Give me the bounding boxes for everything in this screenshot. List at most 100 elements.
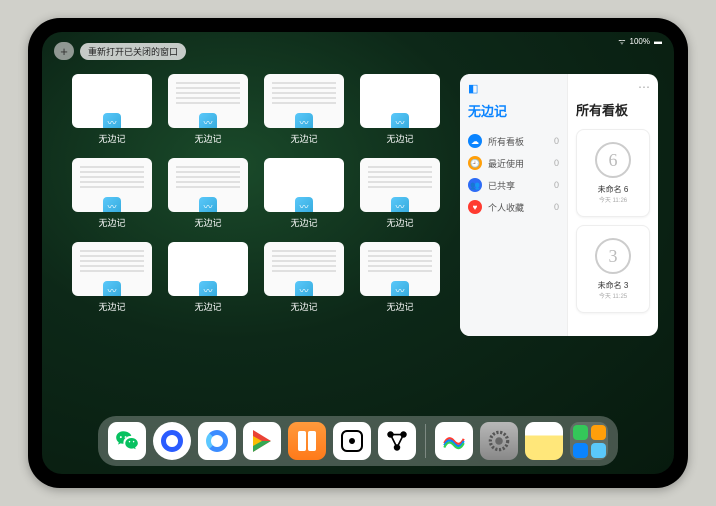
dock-app-books[interactable] <box>288 422 326 460</box>
category-icon: 🕘 <box>468 156 482 170</box>
window-preview <box>72 242 152 296</box>
new-window-button[interactable]: + <box>54 42 74 60</box>
window-label: 无边记 <box>194 216 221 229</box>
dock-app-notes[interactable] <box>525 422 563 460</box>
freeform-app-icon <box>391 281 409 296</box>
wifi-icon: ᯤ <box>618 36 625 47</box>
window-thumbnail[interactable]: 无边记 <box>360 242 440 318</box>
category-label: 所有看板 <box>488 135 524 148</box>
board-preview: 6 <box>595 142 631 178</box>
more-icon[interactable]: ⋯ <box>638 80 650 94</box>
freeform-app-panel[interactable]: ⋯ ◧ 无边记 ☁所有看板0🕘最近使用0👥已共享0♥个人收藏0 所有看板 6未命… <box>460 74 658 336</box>
dock-app-library[interactable] <box>570 422 608 460</box>
window-grid: 无边记无边记无边记无边记无边记无边记无边记无边记无边记无边记无边记无边记 <box>72 74 440 412</box>
window-thumbnail[interactable]: 无边记 <box>72 158 152 234</box>
freeform-app-icon <box>103 113 121 128</box>
freeform-app-icon <box>391 197 409 212</box>
window-thumbnail[interactable]: 无边记 <box>72 74 152 150</box>
window-thumbnail[interactable]: 无边记 <box>72 242 152 318</box>
window-thumbnail[interactable]: 无边记 <box>168 242 248 318</box>
reopen-closed-window-button[interactable]: 重新打开已关闭的窗口 <box>80 43 186 60</box>
dock-app-google-play[interactable] <box>243 422 281 460</box>
board-name: 未命名 3 <box>598 280 629 291</box>
sidebar-category[interactable]: 🕘最近使用0 <box>468 152 559 174</box>
window-preview <box>168 242 248 296</box>
window-label: 无边记 <box>386 300 413 313</box>
window-thumbnail[interactable]: 无边记 <box>360 158 440 234</box>
board-card[interactable]: 6 未命名 6今天 11:26 <box>576 129 650 217</box>
sidebar-category[interactable]: 👥 已共享 0 <box>468 174 559 196</box>
freeform-app-icon <box>199 281 217 296</box>
dock <box>98 416 618 466</box>
sidebar-toggle-icon[interactable]: ◧ <box>468 82 559 95</box>
window-preview <box>72 74 152 128</box>
panel-right-title: 所有看板 <box>576 100 650 119</box>
category-count: 0 <box>554 136 559 146</box>
window-label: 无边记 <box>194 300 221 313</box>
freeform-app-icon <box>295 197 313 212</box>
window-label: 无边记 <box>386 132 413 145</box>
panel-left-title: 无边记 <box>468 101 559 120</box>
dock-app-freeform[interactable] <box>435 422 473 460</box>
window-preview <box>360 242 440 296</box>
board-name: 未命名 6 <box>598 184 629 195</box>
freeform-app-icon <box>199 197 217 212</box>
window-preview <box>264 158 344 212</box>
window-thumbnail[interactable]: 无边记 <box>264 158 344 234</box>
category-count: 0 <box>554 202 559 212</box>
board-date: 今天 11:25 <box>599 291 627 300</box>
panel-main: 所有看板 6 未命名 6今天 11:26 3 未命名 3今天 11:25 <box>568 74 658 336</box>
ipad-device-frame: ᯤ 100% ▬ + 重新打开已关闭的窗口 无边记无边记无边记无边记无边记无边记… <box>28 18 688 488</box>
window-preview <box>360 74 440 128</box>
board-card[interactable]: 3 未命名 3今天 11:25 <box>576 225 650 313</box>
window-label: 无边记 <box>290 300 317 313</box>
window-label: 无边记 <box>194 132 221 145</box>
category-label: 个人收藏 <box>488 201 524 214</box>
window-label: 无边记 <box>290 132 317 145</box>
freeform-app-icon <box>391 113 409 128</box>
window-thumbnail[interactable]: 无边记 <box>264 242 344 318</box>
category-label: 已共享 <box>488 179 515 192</box>
sidebar-category[interactable]: ♥ 个人收藏 0 <box>468 196 559 218</box>
category-count: 0 <box>554 180 559 190</box>
dock-app-settings[interactable] <box>480 422 518 460</box>
app-switcher-content: 无边记无边记无边记无边记无边记无边记无边记无边记无边记无边记无边记无边记 ⋯ ◧… <box>72 74 658 412</box>
board-date: 今天 11:26 <box>599 195 627 204</box>
window-preview <box>168 158 248 212</box>
window-thumbnail[interactable]: 无边记 <box>264 74 344 150</box>
freeform-app-icon <box>295 113 313 128</box>
dock-app-game[interactable] <box>333 422 371 460</box>
window-thumbnail[interactable]: 无边记 <box>168 158 248 234</box>
board-preview: 3 <box>595 238 631 274</box>
battery-text: 100% <box>630 37 650 46</box>
window-preview <box>360 158 440 212</box>
dock-app-tencent-video[interactable] <box>198 422 236 460</box>
freeform-app-icon <box>199 113 217 128</box>
battery-icon: ▬ <box>654 37 662 46</box>
window-thumbnail[interactable]: 无边记 <box>168 74 248 150</box>
dock-separator <box>425 424 426 458</box>
window-label: 无边记 <box>290 216 317 229</box>
freeform-app-icon <box>103 197 121 212</box>
screen: ᯤ 100% ▬ + 重新打开已关闭的窗口 无边记无边记无边记无边记无边记无边记… <box>42 32 674 474</box>
panel-sidebar: ◧ 无边记 ☁所有看板0🕘最近使用0👥已共享0♥个人收藏0 <box>460 74 568 336</box>
window-preview <box>264 242 344 296</box>
status-bar: ᯤ 100% ▬ <box>618 36 662 47</box>
top-controls: + 重新打开已关闭的窗口 <box>54 42 186 60</box>
window-preview <box>72 158 152 212</box>
category-icon: ♥ <box>468 200 482 214</box>
window-thumbnail[interactable]: 无边记 <box>360 74 440 150</box>
category-count: 0 <box>554 158 559 168</box>
dock-app-wechat[interactable] <box>108 422 146 460</box>
window-preview <box>168 74 248 128</box>
dock-app-quark[interactable] <box>153 422 191 460</box>
window-preview <box>264 74 344 128</box>
freeform-app-icon <box>295 281 313 296</box>
freeform-app-icon <box>103 281 121 296</box>
window-label: 无边记 <box>386 216 413 229</box>
dock-app-routes[interactable] <box>378 422 416 460</box>
sidebar-category[interactable]: ☁ 所有看板 0 <box>468 130 559 152</box>
window-label: 无边记 <box>98 216 125 229</box>
category-icon: ☁ <box>468 134 482 148</box>
category-icon: 👥 <box>468 178 482 192</box>
